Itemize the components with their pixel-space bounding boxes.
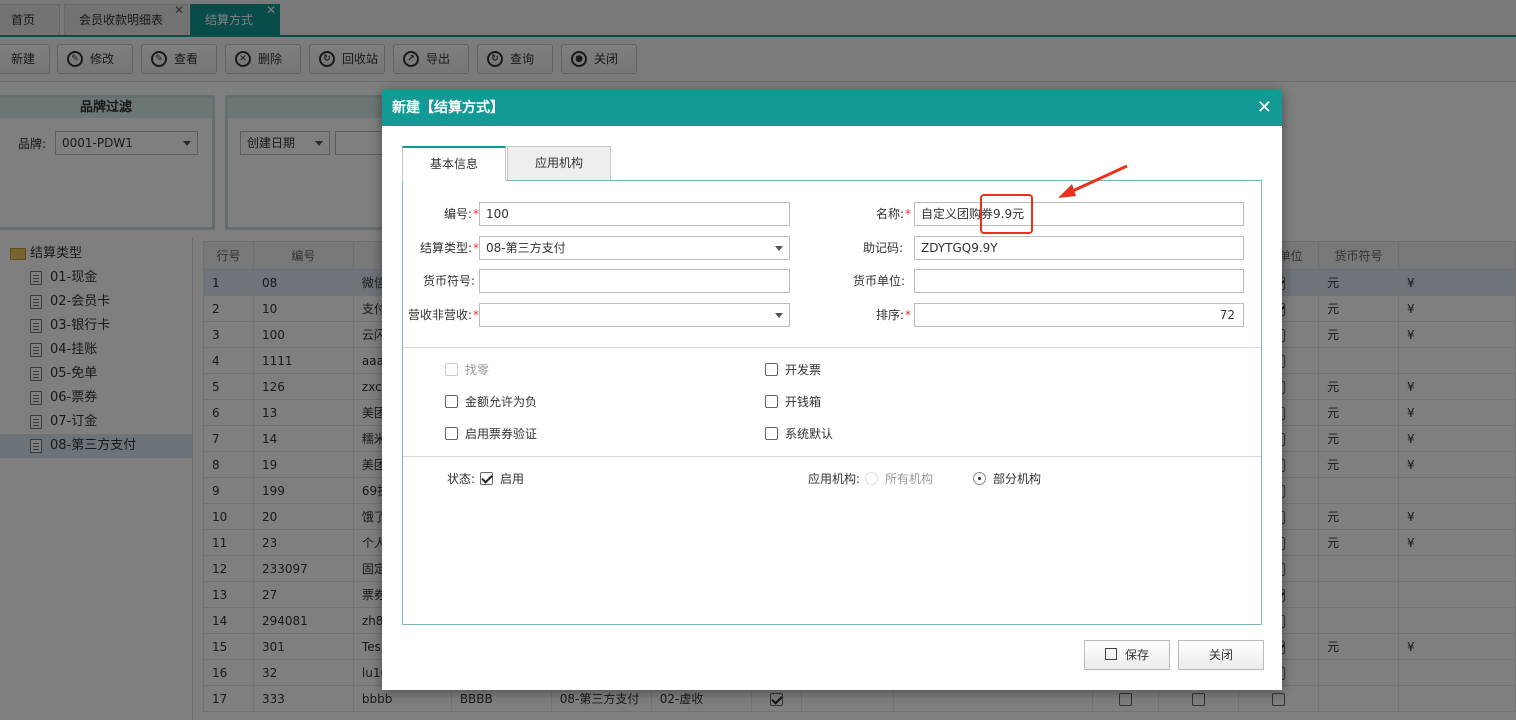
radio-label: 部分机构: [993, 472, 1042, 486]
code-input[interactable]: 100: [479, 202, 790, 226]
dialog-body: 编号:* 100 结算类型:* 08-第三方支付 货币符号: 营收非营收:* 名…: [402, 180, 1262, 625]
checkbox-label: 金额允许为负: [465, 395, 538, 409]
org-label: 应用机构:: [808, 472, 861, 486]
tab-label: 基本信息: [429, 157, 478, 171]
checkbox-label: 系统默认: [785, 427, 834, 441]
divider: [403, 456, 1261, 457]
symbol-label: 货币符号:: [422, 274, 475, 288]
checkbox-label: 开钱箱: [785, 395, 822, 409]
save-button[interactable]: 保存: [1084, 640, 1170, 670]
checkbox-box: [445, 395, 458, 408]
annotation-arrow-icon: [1058, 164, 1128, 198]
new-settlement-dialog: 新建【结算方式】 ✕ 基本信息 应用机构 编号:* 100 结算类型:* 08-…: [382, 90, 1282, 690]
dialog-close-button[interactable]: 关闭: [1178, 640, 1264, 670]
radio-button: [865, 472, 878, 485]
default-checkbox[interactable]: 系统默认: [765, 426, 833, 442]
tab-apply-org[interactable]: 应用机构: [507, 146, 611, 181]
status-enabled-checkbox[interactable]: 启用: [480, 471, 524, 487]
mnemonic-input[interactable]: ZDYTGQ9.9Y: [914, 236, 1244, 260]
divider: [403, 347, 1261, 348]
negative-checkbox[interactable]: 金额允许为负: [445, 394, 537, 410]
invoice-checkbox[interactable]: 开发票: [765, 362, 821, 378]
checkbox-label: 启用票券验证: [465, 427, 538, 441]
checkbox-label: 找零: [465, 363, 490, 377]
type-select-value: 08-第三方支付: [486, 241, 566, 255]
name-label: 名称:*: [875, 207, 911, 221]
checkbox-box: [765, 395, 778, 408]
dialog-header: 新建【结算方式】 ✕: [382, 90, 1282, 126]
org-part-radio[interactable]: 部分机构: [973, 471, 1041, 487]
type-select[interactable]: 08-第三方支付: [479, 236, 790, 260]
tab-basic-info[interactable]: 基本信息: [402, 146, 506, 181]
chevron-down-icon: [775, 246, 783, 251]
chevron-down-icon: [775, 313, 783, 318]
unit-label: 货币单位:: [852, 274, 905, 288]
sort-label: 排序:*: [875, 308, 911, 322]
radio-button-selected: [973, 472, 986, 485]
change-checkbox[interactable]: 找零: [445, 362, 489, 378]
highlight-box: [980, 194, 1033, 234]
revenue-label: 营收非营收:*: [407, 308, 479, 322]
button-label: 关闭: [1208, 648, 1233, 662]
checkbox-label: 开发票: [785, 363, 822, 377]
checkbox-box: [445, 363, 458, 376]
radio-label: 所有机构: [885, 472, 934, 486]
cashbox-checkbox[interactable]: 开钱箱: [765, 394, 821, 410]
tab-label: 应用机构: [534, 156, 583, 170]
checkbox-label: 启用: [500, 472, 525, 486]
app-page: 首页 会员收款明细表✕ 结算方式✕ 新建 ✎修改 ✎查看 ✕删除 ↻回收站 ↗导…: [0, 0, 1516, 720]
checkbox-box: [765, 363, 778, 376]
sort-input[interactable]: 72: [914, 303, 1244, 327]
revenue-select[interactable]: [479, 303, 790, 327]
close-icon[interactable]: ✕: [1257, 90, 1272, 126]
save-icon: [1104, 648, 1117, 660]
mnemonic-label: 助记码:: [862, 241, 903, 255]
voucher-checkbox[interactable]: 启用票券验证: [445, 426, 537, 442]
checkbox-box: [765, 427, 778, 440]
dialog-title: 新建【结算方式】: [392, 100, 504, 116]
symbol-input[interactable]: [479, 269, 790, 293]
code-label: 编号:*: [443, 207, 479, 221]
type-label: 结算类型:*: [419, 241, 479, 255]
unit-input[interactable]: [914, 269, 1244, 293]
name-input[interactable]: 自定义团购券9.9元: [914, 202, 1244, 226]
checkbox-checked: [480, 472, 493, 485]
button-label: 保存: [1124, 648, 1149, 662]
org-all-radio[interactable]: 所有机构: [865, 471, 933, 487]
checkbox-box: [445, 427, 458, 440]
status-label: 状态:: [447, 472, 476, 486]
